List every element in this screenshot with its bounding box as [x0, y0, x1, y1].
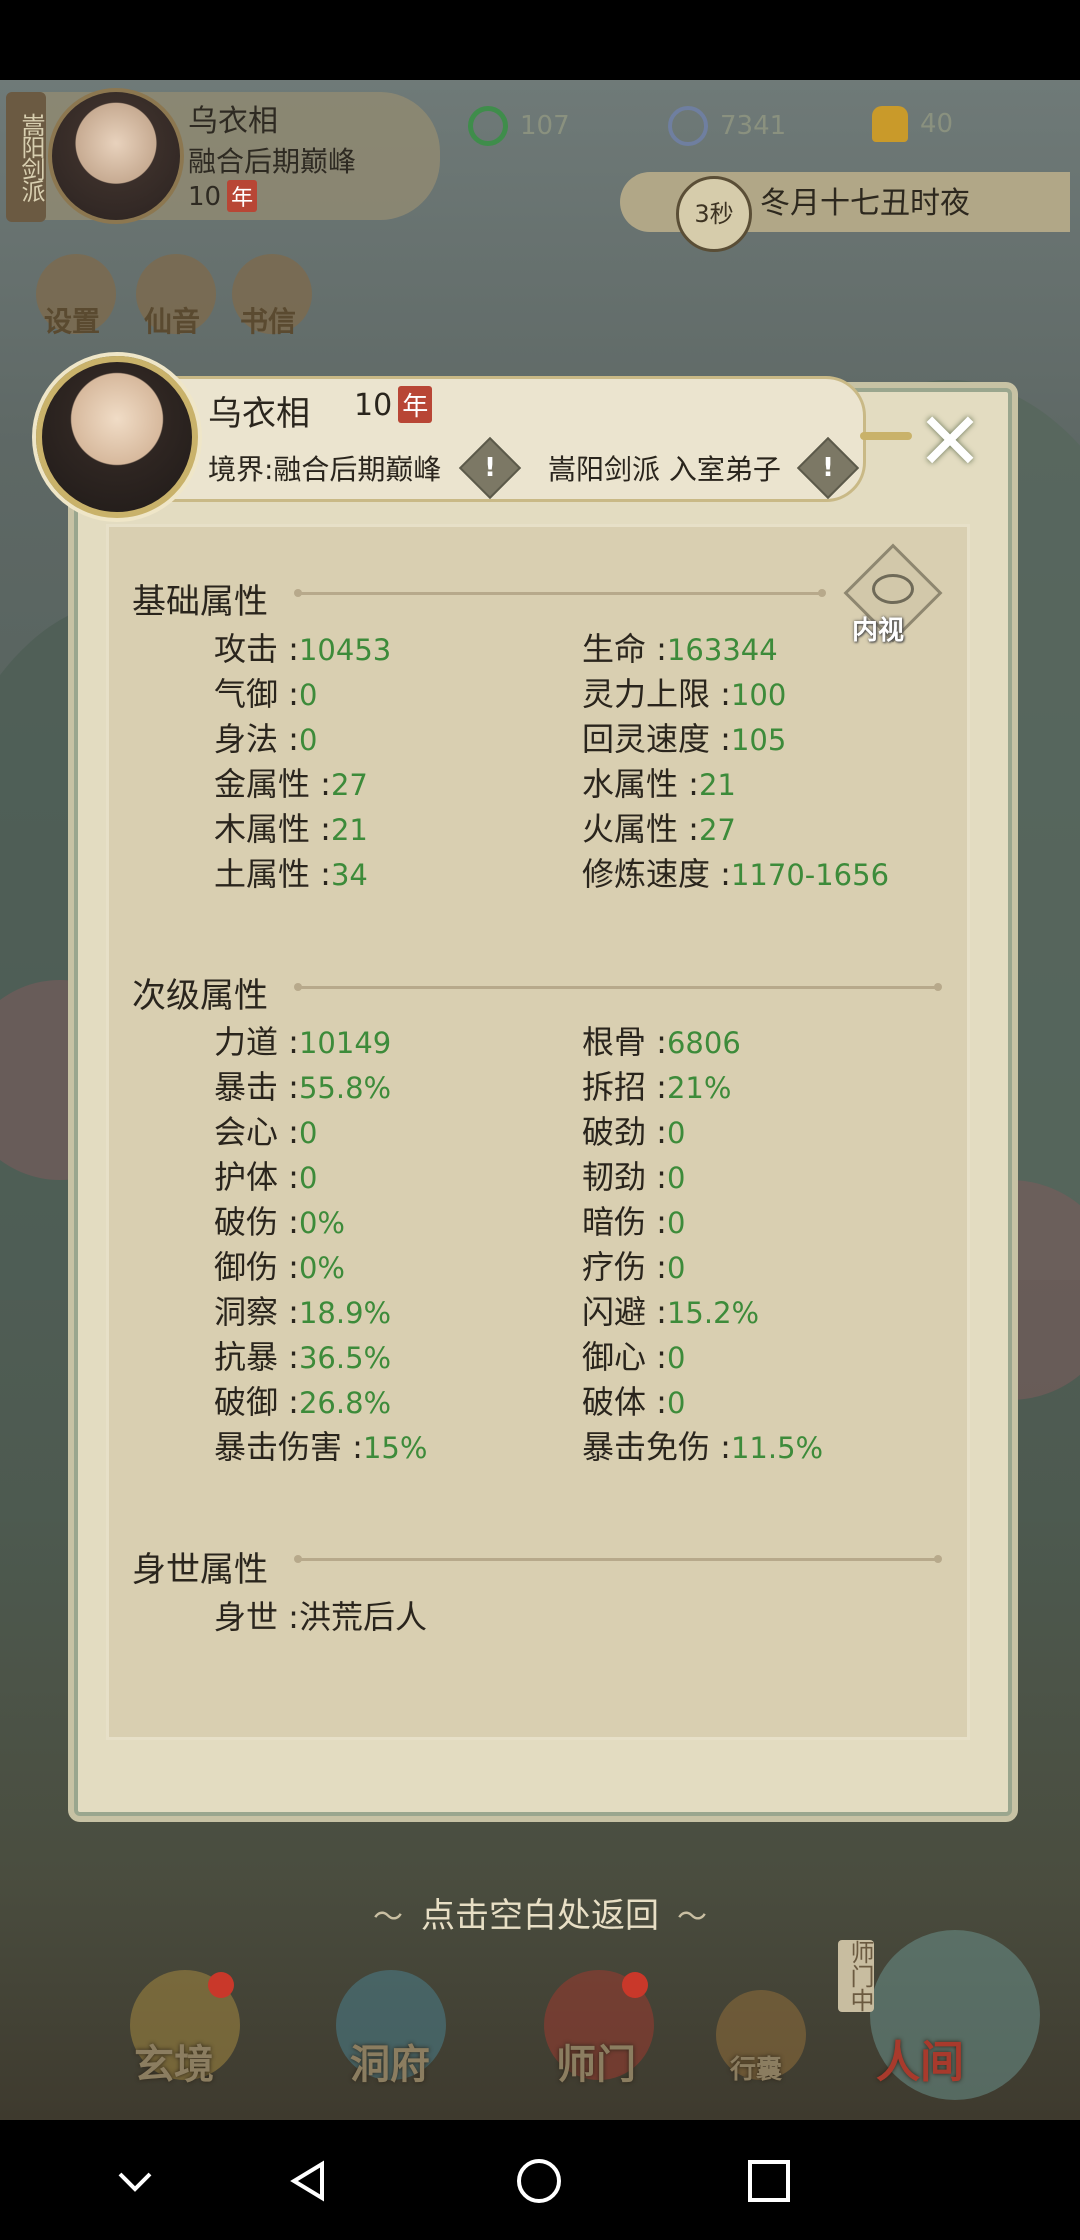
attr-row: 根骨 :6806 [582, 1023, 741, 1061]
attr-row: 回灵速度 :105 [582, 720, 787, 758]
nav-dongfu[interactable]: 洞府 [350, 2032, 430, 2090]
hud-age-unit: 年 [227, 180, 258, 212]
attr-row: 修炼速度 :1170-1656 [582, 855, 890, 893]
right-swirl-icon: 〜 [677, 1900, 707, 1935]
music-button[interactable]: 仙音 [144, 300, 200, 340]
system-nav-bar [0, 2120, 1080, 2240]
dialog-age-unit: 年 [398, 386, 433, 423]
dialog-age: 10 年 [354, 386, 433, 423]
attr-row: 暗伤 :0 [582, 1203, 686, 1241]
resource-jade-value: 107 [520, 111, 570, 141]
timer-badge: 3秒 [676, 176, 752, 252]
attr-row-background: 身世 :洪荒后人 [214, 1598, 427, 1636]
inner-view-button[interactable]: 内视 [840, 543, 943, 648]
attr-row: 抗暴 :36.5% [214, 1338, 392, 1376]
nav-shimen[interactable]: 师门 [556, 2032, 636, 2090]
left-swirl-icon: 〜 [373, 1900, 403, 1935]
background-section-divider [294, 1555, 942, 1563]
attr-row: 暴击免伤 :11.5% [582, 1428, 824, 1466]
eye-icon [872, 574, 914, 604]
ingot-icon [872, 106, 908, 142]
dialog-age-number: 10 [354, 388, 393, 423]
hud-realm: 融合后期巅峰 [188, 145, 357, 178]
resource-coin-value: 7341 [720, 111, 787, 141]
hud-player-name: 乌衣相 [188, 104, 278, 139]
resource-ingot[interactable]: 40 [872, 106, 953, 142]
attr-row: 水属性 :21 [582, 765, 736, 803]
hud-age-number: 10 [188, 182, 222, 212]
nav-xingnang[interactable]: 行囊 [730, 2049, 782, 2086]
attr-row: 破体 :0 [582, 1383, 686, 1421]
attr-row: 火属性 :27 [582, 810, 736, 848]
attr-row: 攻击 :10453 [214, 630, 392, 668]
attr-row: 疗伤 :0 [582, 1248, 686, 1286]
secondary-section-title: 次级属性 [132, 976, 268, 1016]
attr-row: 木属性 :21 [214, 810, 368, 848]
attr-row: 破伤 :0% [214, 1203, 345, 1241]
close-button[interactable]: ✕ [910, 402, 990, 482]
attr-row: 生命 :163344 [582, 630, 778, 668]
attr-row: 拆招 :21% [582, 1068, 732, 1106]
attr-row: 力道 :10149 [214, 1023, 392, 1061]
jade-swirl-icon [468, 106, 508, 146]
attr-row: 御伤 :0% [214, 1248, 345, 1286]
attr-row: 身法 :0 [214, 720, 318, 758]
close-button-stick [860, 432, 912, 440]
tap-to-return-hint[interactable]: 〜点击空白处返回〜 [0, 1888, 1080, 1937]
resource-jade[interactable]: 107 [468, 106, 570, 146]
coin-icon [668, 106, 708, 146]
dialog-realm: 境界:融合后期巅峰 [208, 453, 442, 486]
player-avatar[interactable] [48, 88, 184, 224]
bottom-nav: 玄境 洞府 师门 行囊 人间 师门中 [0, 1930, 1080, 2120]
attr-row: 破劲 :0 [582, 1113, 686, 1151]
attr-row: 气御 :0 [214, 675, 318, 713]
return-hint-text: 点击空白处返回 [421, 1896, 659, 1936]
dialog-avatar [36, 356, 198, 518]
attr-row: 暴击 :55.8% [214, 1068, 392, 1106]
attr-row: 护体 :0 [214, 1158, 318, 1196]
notification-badge [622, 1972, 648, 1998]
nav-xuanjing[interactable]: 玄境 [134, 2032, 214, 2090]
recent-apps-icon[interactable] [744, 2156, 794, 2206]
basic-section-title: 基础属性 [132, 582, 268, 622]
attr-row: 灵力上限 :100 [582, 675, 787, 713]
dialog-sect: 嵩阳剑派 入室弟子 [548, 453, 781, 486]
resource-ingot-value: 40 [920, 109, 954, 139]
status-bar [0, 0, 1080, 80]
dialog-player-name: 乌衣相 [208, 394, 310, 434]
inner-view-label: 内视 [852, 616, 905, 646]
secondary-section-divider [294, 983, 942, 991]
sect-tab[interactable]: 嵩阳剑派 [6, 92, 46, 222]
background-section-title: 身世属性 [132, 1550, 268, 1590]
back-icon[interactable] [284, 2156, 334, 2206]
attr-row: 会心 :0 [214, 1113, 318, 1151]
master-status-label: 师门中 [838, 1940, 874, 2012]
attr-row: 韧劲 :0 [582, 1158, 686, 1196]
attr-row: 破御 :26.8% [214, 1383, 392, 1421]
attr-row: 洞察 :18.9% [214, 1293, 392, 1331]
attr-row: 暴击伤害 :15% [214, 1428, 428, 1466]
game-time: 冬月十七丑时夜 [760, 186, 970, 221]
mail-button[interactable]: 书信 [240, 300, 296, 340]
basic-section-divider [294, 589, 826, 597]
attr-row: 土属性 :34 [214, 855, 368, 893]
hud-age: 10 年 [188, 180, 258, 212]
attr-row: 御心 :0 [582, 1338, 686, 1376]
home-icon[interactable] [514, 2156, 564, 2206]
chevron-down-icon[interactable] [110, 2156, 160, 2206]
nav-renjian[interactable]: 人间 [876, 2026, 964, 2090]
notification-badge [208, 1972, 234, 1998]
resource-coin[interactable]: 7341 [668, 106, 786, 146]
settings-button[interactable]: 设置 [44, 300, 100, 340]
attr-row: 闪避 :15.2% [582, 1293, 760, 1331]
attr-row: 金属性 :27 [214, 765, 368, 803]
